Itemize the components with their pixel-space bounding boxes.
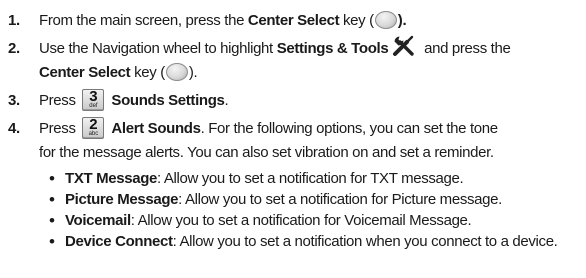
step-text-segment: .: [224, 92, 229, 109]
step-number: 3.: [8, 92, 20, 109]
options-list: TXT Message: Allow you to set a notifica…: [39, 168, 582, 252]
step-1: 1. From the main screen, press the Cente…: [8, 9, 582, 33]
step-text-segment: ).: [397, 12, 407, 29]
key-letters: def: [89, 102, 98, 109]
step-3: 3. Press 3 def Sounds Settings.: [8, 87, 582, 113]
step-text-segment: From the main screen, press the: [39, 12, 248, 29]
option-description: : Allow you to set a notification for Pi…: [178, 191, 502, 208]
key-letters: abc: [88, 130, 99, 137]
step-text: Use the Navigation wheel to highlight Se…: [39, 35, 582, 85]
step-text-segment: Press: [39, 120, 76, 137]
menu-name: Alert Sounds: [111, 120, 201, 137]
step-text-segment: key (: [339, 12, 374, 29]
step-text-segment: and press the: [420, 40, 511, 57]
option-description: : Allow you to set a notification for Vo…: [130, 212, 472, 229]
step-2: 2. Use the Navigation wheel to highlight…: [8, 35, 582, 85]
keypad-3-key-icon: 3 def: [82, 87, 105, 111]
step-text-segment: for the message alerts. You can also set…: [39, 144, 494, 161]
step-text-segment: ).: [188, 64, 198, 81]
instructions-page: 1. From the main screen, press the Cente…: [0, 0, 586, 278]
step-text-segment: Use the Navigation wheel to highlight: [39, 40, 277, 57]
step-4: 4. Press 2 abc Alert Sounds. For the follo…: [8, 115, 582, 252]
list-item: Device Connect: Allow you to set a notif…: [49, 231, 582, 252]
key-number: 2: [89, 115, 98, 133]
menu-name: Sounds Settings: [111, 92, 225, 109]
center-select-key-icon: [165, 62, 188, 81]
step-number: 4.: [8, 120, 20, 137]
list-item: TXT Message: Allow you to set a notifica…: [49, 168, 582, 189]
step-text: From the main screen, press the Center S…: [39, 9, 582, 33]
list-item: Voicemail: Allow you to set a notificati…: [49, 210, 582, 231]
option-description: : Allow you to set a notification when y…: [172, 233, 558, 250]
key-name: Center Select: [39, 64, 131, 81]
step-text-segment: Press: [39, 92, 76, 109]
option-term: Picture Message: [65, 191, 179, 208]
list-item: Picture Message: Allow you to set a noti…: [49, 189, 582, 210]
option-term: TXT Message: [65, 170, 158, 187]
step-text-segment: key (: [130, 64, 165, 81]
step-text-segment: . For the following options, you can set…: [200, 120, 499, 137]
option-term: Voicemail: [65, 212, 131, 229]
menu-name: Settings & Tools: [276, 40, 389, 57]
option-description: : Allow you to set a notification for TX…: [157, 170, 464, 187]
keypad-2-key-icon: 2 abc: [82, 115, 105, 139]
step-number: 2.: [8, 40, 20, 57]
center-select-key-icon: [374, 10, 397, 29]
key-number: 3: [89, 87, 98, 105]
step-number: 1.: [8, 12, 20, 29]
key-name: Center Select: [247, 12, 340, 29]
step-text: Press 3 def Sounds Settings.: [39, 87, 582, 113]
settings-tools-icon: [391, 35, 417, 57]
option-term: Device Connect: [65, 233, 173, 250]
step-text: Press 2 abc Alert Sounds. For the followin…: [39, 115, 582, 252]
